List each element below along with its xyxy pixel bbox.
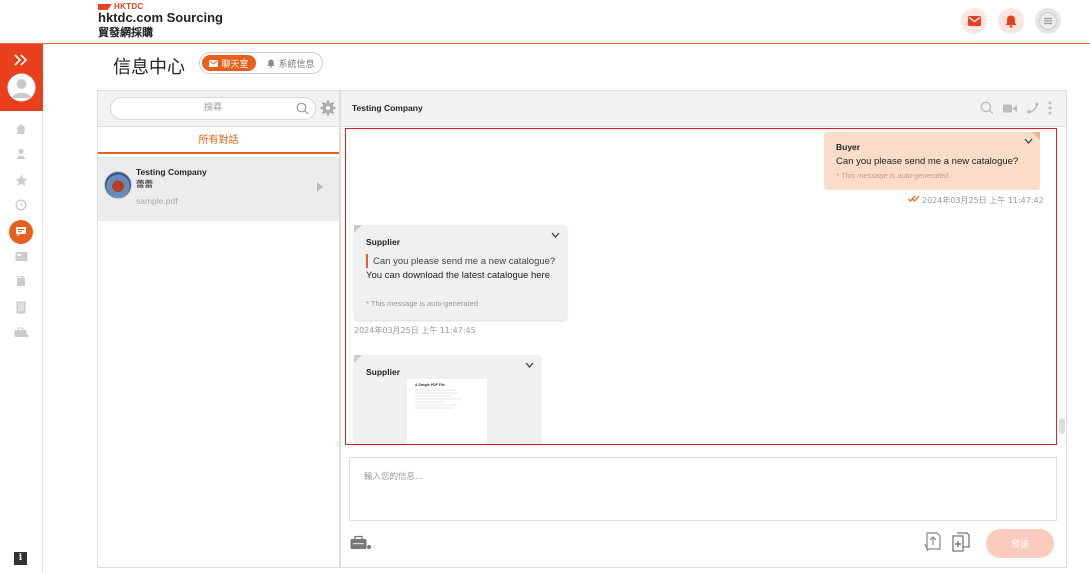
gear-icon[interactable] bbox=[320, 100, 336, 116]
phone-icon[interactable] bbox=[1026, 101, 1039, 114]
message-input[interactable]: 輸入您的信息... bbox=[349, 457, 1057, 521]
chevron-right-icon bbox=[317, 182, 323, 192]
search-icon[interactable] bbox=[980, 101, 994, 115]
read-receipt-icon bbox=[908, 195, 920, 202]
menu-button[interactable] bbox=[1035, 8, 1061, 34]
mail-button[interactable] bbox=[961, 8, 987, 34]
page-title: 信息中心 bbox=[113, 57, 185, 78]
inbox-icon[interactable] bbox=[12, 247, 30, 265]
conversation-search-input[interactable]: 搜尋 bbox=[110, 97, 316, 120]
tab-chat-label: 聊天室 bbox=[221, 59, 249, 70]
mail-icon bbox=[967, 16, 981, 26]
home-icon[interactable] bbox=[12, 120, 30, 138]
message-tabs: 聊天室 系統信息 bbox=[199, 52, 323, 74]
chat-header: Testing Company bbox=[341, 91, 1066, 127]
tab-chat[interactable]: 聊天室 bbox=[202, 55, 256, 71]
top-header: HKTDC hktdc.com Sourcing 貿發網採購 bbox=[0, 0, 1090, 44]
bubble-corner bbox=[354, 355, 362, 363]
message-sender: Supplier bbox=[366, 237, 401, 247]
message-input-placeholder: 輸入您的信息... bbox=[364, 472, 424, 482]
sidebar-header bbox=[0, 44, 43, 111]
attach-briefcase-icon[interactable] bbox=[350, 535, 372, 550]
tab-system-label: 系統信息 bbox=[278, 59, 315, 70]
supplier-message-bubble[interactable]: Supplier Can you please send me a new ca… bbox=[354, 225, 567, 320]
search-placeholder: 搜尋 bbox=[203, 103, 222, 113]
message-timestamp: 2024年03月25日 上午 11:47:42 bbox=[922, 196, 1044, 205]
buyer-message-bubble[interactable]: Buyer Can you please send me a new catal… bbox=[824, 132, 1040, 190]
conversation-panel: 搜尋 所有對話 Testing Company 蕾蕾 sample.pdf bbox=[97, 90, 340, 568]
conversation-item[interactable]: Testing Company 蕾蕾 sample.pdf bbox=[98, 157, 339, 221]
message-timestamp: 2024年03月25日 上午 11:47:45 bbox=[354, 326, 476, 335]
logo-subtitle[interactable]: 貿發網採購 bbox=[98, 24, 153, 40]
send-button[interactable]: 發送 bbox=[986, 529, 1054, 558]
conversation-last-message: sample.pdf bbox=[136, 196, 178, 206]
bell-icon bbox=[267, 59, 276, 68]
auto-generated-note: * This message is auto-generated bbox=[836, 171, 949, 180]
pdf-text-lines bbox=[415, 389, 461, 409]
history-icon[interactable] bbox=[12, 196, 30, 214]
bag-icon[interactable] bbox=[12, 272, 30, 290]
left-sidebar: i bbox=[0, 44, 43, 573]
message-sender: Supplier bbox=[366, 367, 401, 377]
chat-nav-button[interactable] bbox=[9, 220, 33, 244]
conversation-name: Testing Company bbox=[136, 167, 207, 177]
pdf-thumbnail[interactable]: A Simple PDF File bbox=[407, 379, 487, 444]
briefcase-icon[interactable] bbox=[12, 323, 30, 341]
person-icon[interactable] bbox=[12, 145, 30, 163]
add-file-icon[interactable] bbox=[952, 532, 970, 552]
info-icon[interactable]: i bbox=[14, 552, 27, 565]
supplier-file-bubble[interactable]: Supplier A Simple PDF File bbox=[354, 355, 541, 444]
menu-icon bbox=[1039, 12, 1057, 30]
message-text: You can download the latest catalogue he… bbox=[366, 270, 550, 281]
logo-title[interactable]: hktdc.com Sourcing bbox=[98, 10, 223, 25]
document-icon[interactable] bbox=[12, 298, 30, 316]
pdf-title: A Simple PDF File bbox=[415, 383, 445, 387]
star-icon[interactable] bbox=[12, 171, 30, 189]
user-avatar-icon[interactable] bbox=[7, 73, 36, 102]
chevron-down-icon[interactable] bbox=[525, 362, 534, 368]
scrollbar-thumb[interactable] bbox=[1059, 418, 1065, 434]
conversation-search-row: 搜尋 bbox=[98, 91, 339, 127]
chevron-double-right-icon[interactable] bbox=[13, 54, 29, 66]
bubble-corner bbox=[354, 225, 362, 233]
chevron-down-icon[interactable] bbox=[551, 232, 560, 238]
more-icon[interactable] bbox=[1048, 101, 1052, 115]
message-sender: Buyer bbox=[836, 142, 861, 152]
quote-bar bbox=[366, 254, 368, 268]
bell-icon bbox=[1005, 15, 1017, 28]
message-text: Can you please send me a new catalogue? bbox=[836, 156, 1019, 167]
chat-company-name: Testing Company bbox=[352, 103, 423, 113]
company-avatar bbox=[104, 171, 132, 199]
chat-icon bbox=[16, 227, 26, 237]
mail-icon bbox=[209, 59, 219, 67]
quoted-text: Can you please send me a new catalogue? bbox=[373, 256, 556, 267]
video-icon[interactable] bbox=[1003, 104, 1017, 113]
bubble-corner bbox=[1032, 132, 1040, 140]
notification-button[interactable] bbox=[998, 8, 1024, 34]
search-icon[interactable] bbox=[296, 102, 309, 115]
message-list[interactable]: Buyer Can you please send me a new catal… bbox=[345, 128, 1057, 445]
conversation-contact: 蕾蕾 bbox=[136, 180, 154, 190]
all-conversations-filter[interactable]: 所有對話 bbox=[98, 128, 339, 154]
upload-doc-icon[interactable] bbox=[924, 532, 942, 552]
chat-panel: Testing Company Buyer Can you please sen… bbox=[340, 90, 1067, 568]
tab-system[interactable]: 系統信息 bbox=[262, 55, 320, 71]
auto-generated-note: * This message is auto-generated bbox=[366, 299, 479, 308]
